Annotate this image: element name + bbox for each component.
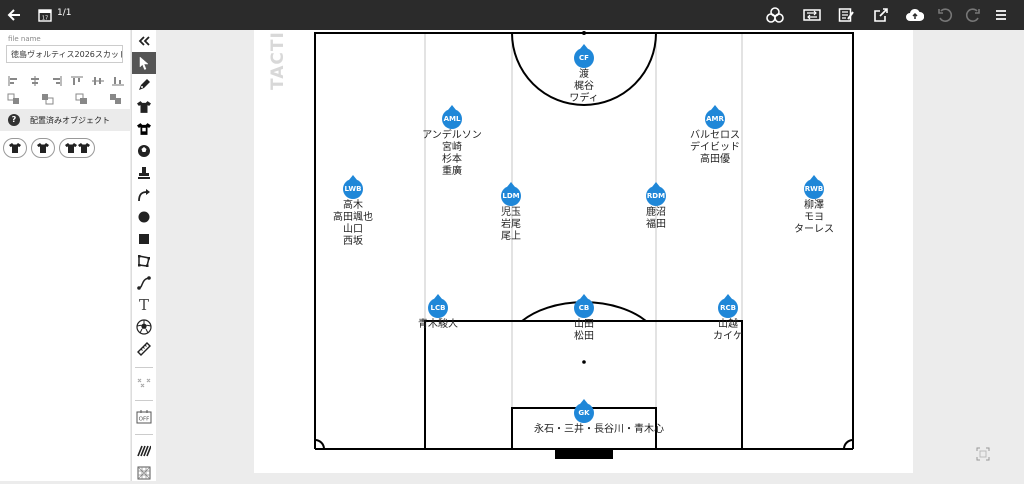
player-marker-rcb[interactable]: RCB 山越 カイケ	[678, 294, 778, 343]
center-spot	[582, 31, 586, 35]
player-marker-ldm[interactable]: LDM 児玉 岩尾 尾上	[461, 182, 561, 243]
player-marker-icon: LDM	[501, 182, 521, 206]
player-marker-aml[interactable]: AML アンデルソン 宮崎 杉本 重廣	[402, 105, 502, 178]
player-marker-icon: CB	[574, 294, 594, 318]
player-name: ワディ	[569, 93, 599, 104]
player-marker-cf[interactable]: CF 渡 梶谷 ワディ	[534, 44, 634, 105]
player-marker-gk[interactable]: GK 永石・三井・長谷川・青木心	[534, 399, 664, 436]
player-name: 福田	[646, 219, 666, 230]
player-name: バルセロス	[690, 130, 740, 141]
player-marker-icon: LWB	[343, 175, 363, 199]
player-name: ターレス	[794, 224, 834, 235]
player-name: 柳澤	[804, 200, 824, 211]
player-name: 山口	[343, 224, 363, 235]
player-marker-icon: RDM	[646, 182, 666, 206]
player-marker-rdm[interactable]: RDM 鹿沼 福田	[606, 182, 706, 231]
player-marker-icon: CF	[574, 44, 594, 68]
player-name: 渡	[579, 69, 589, 80]
player-marker-icon: RWB	[804, 175, 824, 199]
player-marker-lwb[interactable]: LWB 高木 高田颯也 山口 西坂	[303, 175, 403, 248]
goal	[555, 449, 613, 459]
player-name: 梶谷	[574, 81, 594, 92]
player-marker-icon: AML	[442, 105, 462, 129]
player-marker-icon: LCB	[428, 294, 448, 318]
player-name: 宮崎	[442, 142, 462, 153]
player-name: 松田	[574, 331, 594, 342]
player-name: 杉本	[442, 154, 462, 165]
penalty-spot	[582, 360, 586, 364]
player-name: 岩尾	[501, 219, 521, 230]
player-marker-icon: RCB	[718, 294, 738, 318]
player-name: 山田	[574, 319, 594, 330]
player-name: 重廣	[442, 166, 462, 177]
player-name: 児玉	[501, 207, 521, 218]
player-marker-rwb[interactable]: RWB 柳澤 モヨ ターレス	[764, 175, 864, 236]
player-marker-icon: AMR	[705, 105, 725, 129]
player-name: 永石・三井・長谷川・青木心	[534, 424, 664, 435]
player-marker-icon: GK	[574, 399, 594, 423]
player-name: 鹿沼	[646, 207, 666, 218]
player-name: カイケ	[713, 331, 743, 342]
player-name: 尾上	[501, 231, 521, 242]
player-name: モヨ	[804, 212, 824, 223]
player-name: 山越	[718, 319, 738, 330]
player-name: 高田颯也	[333, 212, 373, 223]
fullscreen-icon[interactable]	[976, 446, 990, 461]
player-marker-lcb[interactable]: LCB 青木駿人	[388, 294, 488, 331]
player-name: 高田優	[700, 154, 730, 165]
player-name: 高木	[343, 200, 363, 211]
player-marker-cb[interactable]: CB 山田 松田	[534, 294, 634, 343]
player-name: デイビッド	[690, 142, 740, 153]
player-name: 青木駿人	[418, 319, 458, 330]
player-name: アンデルソン	[422, 130, 482, 141]
player-marker-amr[interactable]: AMR バルセロス デイビッド 高田優	[665, 105, 765, 166]
player-name: 西坂	[343, 236, 363, 247]
